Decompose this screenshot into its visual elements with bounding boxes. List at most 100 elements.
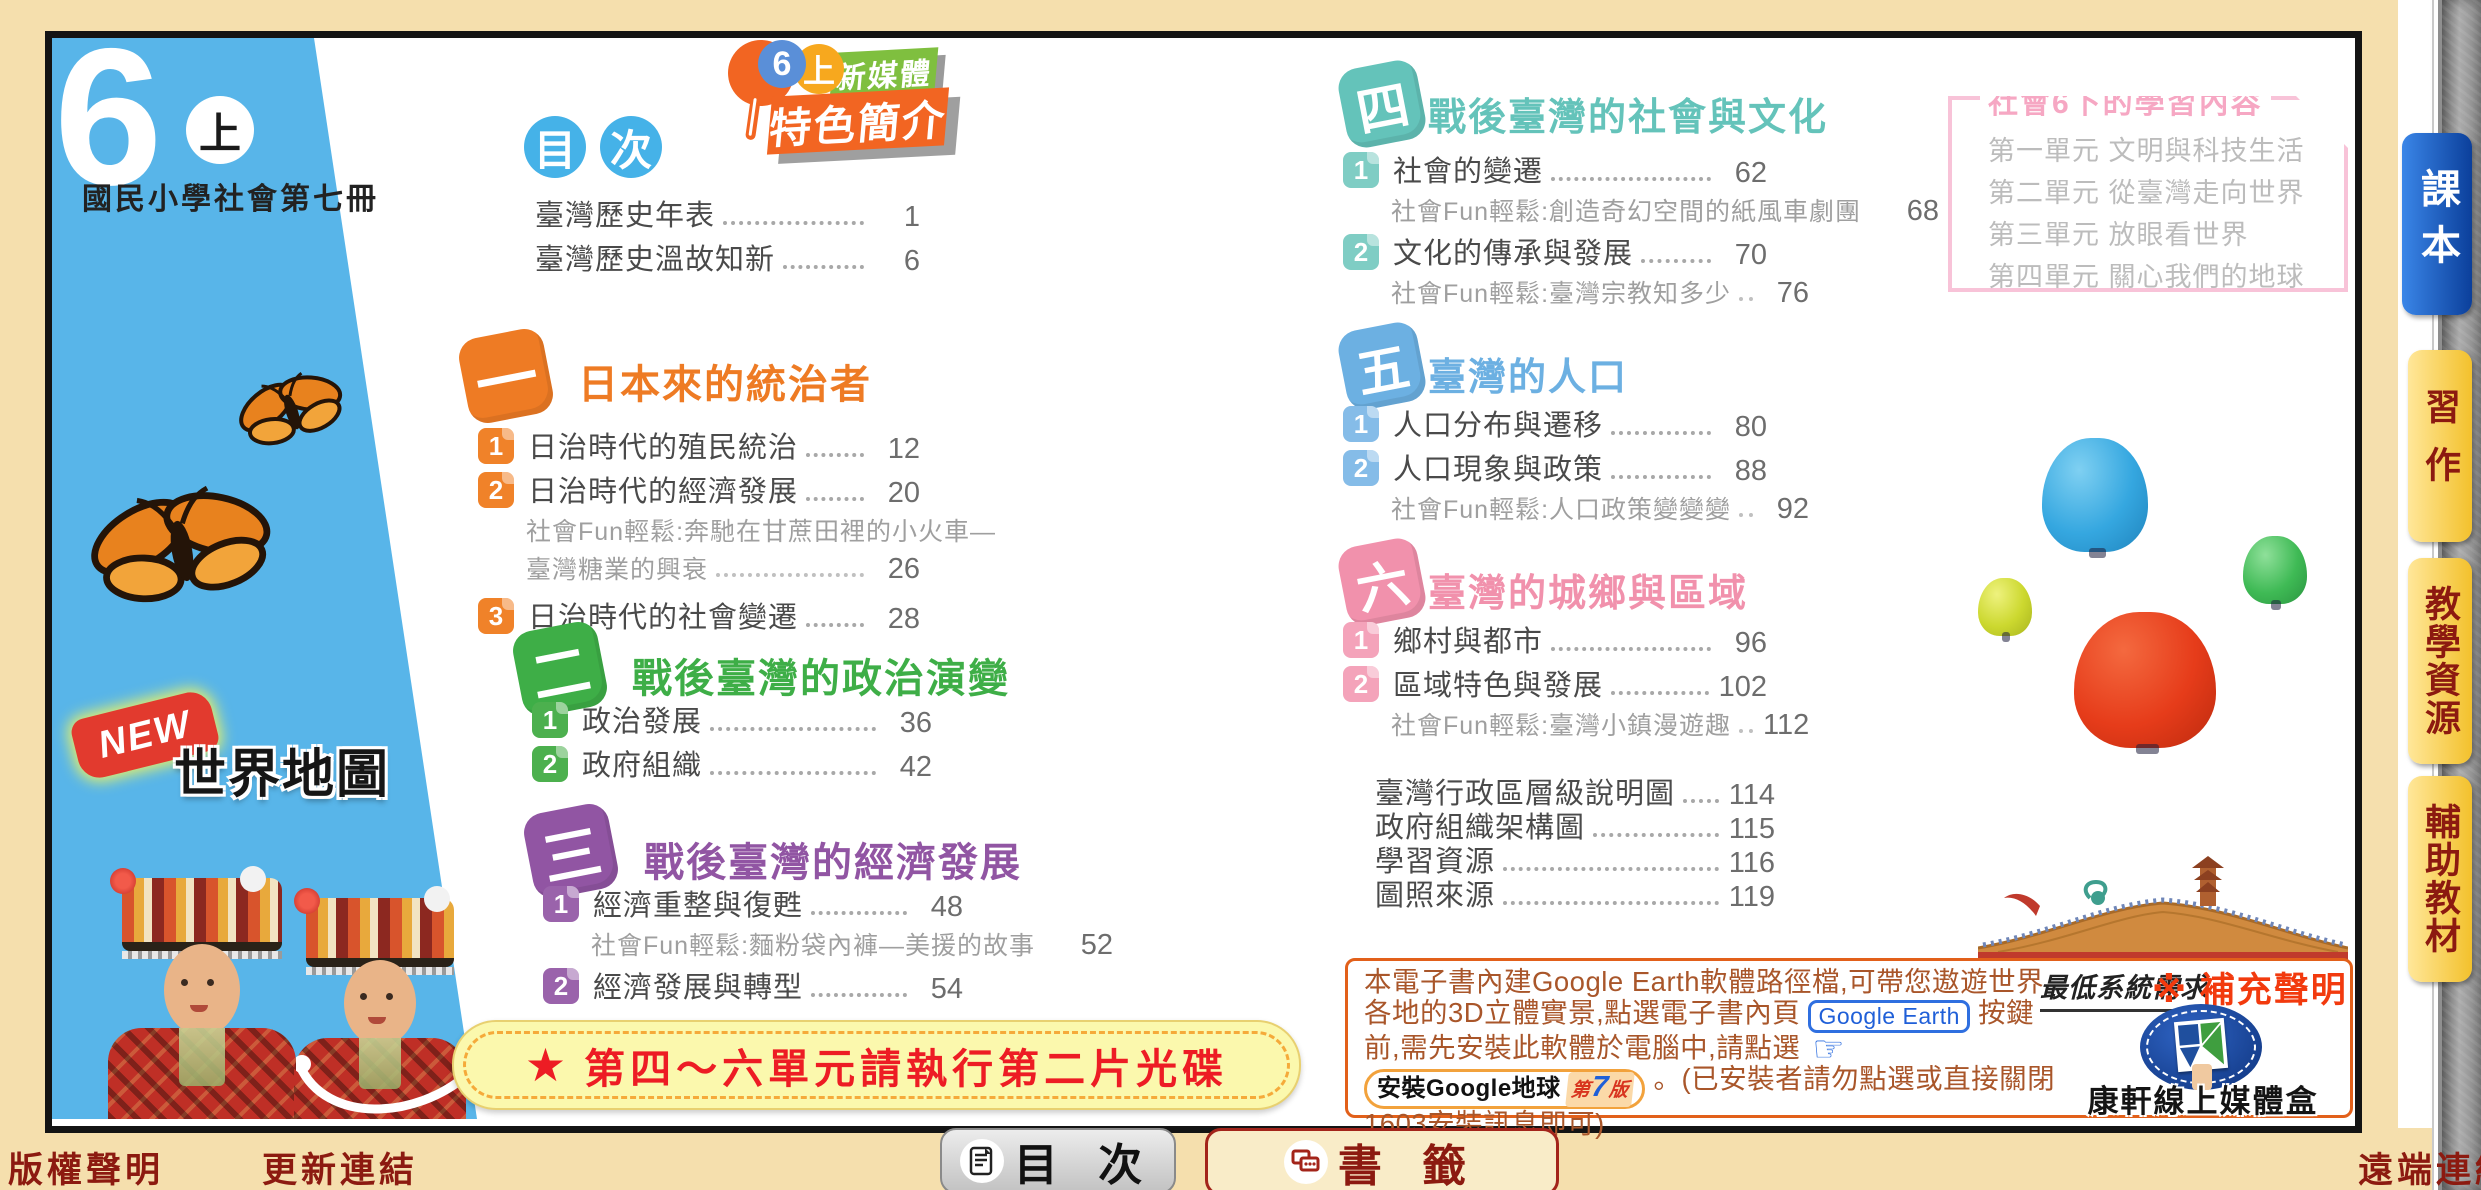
notice-text: 本電子書內建Google Earth軟體路徑檔,可帶您遨遊世界各地的3D立體實景… xyxy=(1364,967,2064,1140)
unit-title[interactable]: 日本來的統治者 xyxy=(578,352,872,410)
toc-subrow[interactable]: 社會Fun輕鬆:人口政策變變變 92 xyxy=(1343,488,1767,526)
toc-row[interactable]: 2 政府組織 42 xyxy=(532,740,932,784)
next-volume-list: 第一單元 文明與科技生活 第二單元 從臺灣走向世界 第三單元 放眼看世界 第四單… xyxy=(1988,130,2344,298)
toc-subrow[interactable]: 社會Fun輕鬆:創造奇幻空間的紙風車劇團 68 xyxy=(1343,190,1767,228)
toc-subrow[interactable]: 社會Fun輕鬆:臺灣小鎮漫遊趣 112 xyxy=(1343,704,1767,742)
toc-row[interactable]: 1 人口分布與遷移 80 xyxy=(1343,400,1767,444)
unit-title[interactable]: 臺灣的人口 xyxy=(1428,346,1628,401)
row-number: 1 xyxy=(1343,622,1379,658)
remote-link[interactable]: 遠端連線 xyxy=(2358,1142,2481,1190)
leader-dots xyxy=(1503,867,1719,871)
bookmark-icon xyxy=(1284,1140,1328,1184)
tab-textbook[interactable]: 課本 xyxy=(2402,133,2472,315)
row-number: 2 xyxy=(1343,234,1379,270)
row-number: 1 xyxy=(543,886,579,922)
toc-title-char: 次 xyxy=(600,116,662,178)
unit-rows: 1 鄉村與都市 96 2 區域特色與發展 102 社會Fun輕鬆:臺灣小鎮漫遊趣… xyxy=(1343,616,1767,742)
toc-row[interactable]: 1 日治時代的殖民統治 12 xyxy=(478,422,920,466)
front-matter: 臺灣歷史年表 1 臺灣歷史溫故知新 6 xyxy=(535,190,920,278)
toc-row[interactable]: 2 文化的傳承與發展 70 xyxy=(1343,228,1767,272)
row-title: 臺灣歷史年表 xyxy=(535,192,715,234)
sky-lantern-green xyxy=(2243,536,2307,604)
toc-row[interactable]: 1 鄉村與都市 96 xyxy=(1343,616,1767,660)
toc-row[interactable]: 2 經濟發展與轉型 54 xyxy=(543,962,963,1006)
toc-subrow[interactable]: 社會Fun輕鬆:奔馳在甘蔗田裡的小火車— xyxy=(478,510,920,548)
row-title: 臺灣歷史溫故知新 xyxy=(535,236,775,278)
leader-dots xyxy=(1611,691,1709,695)
row-number: 3 xyxy=(478,598,514,634)
star-icon: ★ xyxy=(525,1038,566,1092)
leader-dots xyxy=(1593,833,1719,837)
row-number: 1 xyxy=(532,702,568,738)
sky-lantern-red xyxy=(2074,612,2216,748)
copyright-link[interactable]: 版權聲明 xyxy=(8,1142,164,1190)
temple-roof-photo xyxy=(1978,846,2348,960)
unit-rows: 1 人口分布與遷移 80 2 人口現象與政策 88 社會Fun輕鬆:人口政策變變… xyxy=(1343,400,1767,526)
unit-title[interactable]: 臺灣的城鄉與區域 xyxy=(1428,562,1748,617)
feature-badge-line2[interactable]: 特色簡介 xyxy=(767,87,949,154)
bookmark-tab-button[interactable]: 書 籤 xyxy=(1205,1128,1559,1190)
leader-dots xyxy=(806,497,864,501)
toc-row[interactable]: 2 日治時代的經濟發展 20 xyxy=(478,466,920,510)
row-number: 2 xyxy=(543,968,579,1004)
list-item: 第四單元 關心我們的地球 xyxy=(1988,256,2344,298)
series-title: 國民小學社會第七冊 xyxy=(82,174,379,218)
install-google-earth-button[interactable]: 安裝Google地球 第 7 版 xyxy=(1364,1069,1645,1109)
ebook-window: 6 上 國民小學社會第七冊 NEW 世界地圖 xyxy=(0,0,2481,1190)
next-volume-box: 社會6下的學習內容 第一單元 文明與科技生活 第二單元 從臺灣走向世界 第三單元… xyxy=(1948,96,2348,292)
leader-dots xyxy=(1551,647,1711,651)
toc-title-char: 目 xyxy=(524,116,586,178)
notes-icon xyxy=(960,1139,1004,1183)
leader-dots xyxy=(1739,729,1753,733)
media-box-label: 康軒線上媒體盒 xyxy=(2058,1076,2348,1121)
toc-row[interactable]: 圖照來源 119 xyxy=(1375,880,1775,914)
unit-rows: 1 社會的變遷 62 社會Fun輕鬆:創造奇幻空間的紙風車劇團 68 2 文化的… xyxy=(1343,146,1767,310)
leader-dots xyxy=(806,453,864,457)
tab-teaching-resources[interactable]: 教學資源 xyxy=(2408,558,2472,764)
update-link[interactable]: 更新連結 xyxy=(262,1142,418,1190)
toc-row[interactable]: 臺灣歷史溫故知新 6 xyxy=(535,234,920,278)
unit-rows: 1 經濟重整與復甦 48 社會Fun輕鬆:麵粉袋內褲—美援的故事 52 2 經濟… xyxy=(543,880,963,1006)
unit-title[interactable]: 戰後臺灣的社會與文化 xyxy=(1428,86,1828,141)
appendix-list: 臺灣行政區層級說明圖 114 政府組織架構圖 115 學習資源 116 圖照來源… xyxy=(1375,778,1775,914)
leader-dots xyxy=(723,221,864,225)
toc-row[interactable]: 1 經濟重整與復甦 48 xyxy=(543,880,963,924)
toc-row[interactable]: 2 人口現象與政策 88 xyxy=(1343,444,1767,488)
sky-lantern-blue xyxy=(2042,438,2148,552)
row-number: 2 xyxy=(1343,666,1379,702)
banner-text: 第四〜六單元請執行第二片光碟 xyxy=(584,1035,1228,1095)
row-number: 2 xyxy=(532,746,568,782)
toc-row[interactable]: 1 政治發展 36 xyxy=(532,696,932,740)
toc-subrow[interactable]: 臺灣糖業的興衰 26 xyxy=(478,548,920,586)
leader-dots xyxy=(811,911,907,915)
leader-dots xyxy=(1551,177,1711,181)
world-map-label[interactable]: 世界地圖 xyxy=(174,732,390,807)
toc-tab-button[interactable]: 目 次 xyxy=(940,1128,1176,1190)
leader-dots xyxy=(1683,799,1719,803)
leader-dots xyxy=(1739,297,1753,301)
tab-workbook[interactable]: 習作 xyxy=(2408,350,2472,542)
leader-dots xyxy=(1641,259,1711,263)
row-number: 1 xyxy=(1343,152,1379,188)
feature-badge-grade: 6 xyxy=(758,40,806,88)
toc-row[interactable]: 1 社會的變遷 62 xyxy=(1343,146,1767,190)
list-item: 第二單元 從臺灣走向世界 xyxy=(1988,172,2344,214)
leader-dots xyxy=(811,993,907,997)
list-item: 第三單元 放眼看世界 xyxy=(1988,214,2344,256)
toc-row[interactable]: 2 區域特色與發展 102 xyxy=(1343,660,1767,704)
banner-string xyxy=(296,1038,476,1138)
toc-subrow[interactable]: 社會Fun輕鬆:麵粉袋內褲—美援的故事 52 xyxy=(543,924,963,962)
row-number: 1 xyxy=(1343,406,1379,442)
sky-lantern-yellow xyxy=(1978,578,2032,636)
unit-rows: 1 政治發展 36 2 政府組織 42 xyxy=(532,696,932,784)
page-number: 1 xyxy=(874,201,920,234)
leader-dots xyxy=(1611,475,1711,479)
toc-row[interactable]: 臺灣歷史年表 1 xyxy=(535,190,920,234)
unit-rows: 1 日治時代的殖民統治 12 2 日治時代的經濟發展 20 社會Fun輕鬆:奔馳… xyxy=(478,422,920,636)
leader-dots xyxy=(710,727,876,731)
toc-subrow[interactable]: 社會Fun輕鬆:臺灣宗教知多少 76 xyxy=(1343,272,1767,310)
row-number: 2 xyxy=(478,472,514,508)
tab-supplementary-materials[interactable]: 輔助教材 xyxy=(2408,776,2472,982)
leader-dots xyxy=(1503,901,1719,905)
leader-dots xyxy=(716,573,864,577)
